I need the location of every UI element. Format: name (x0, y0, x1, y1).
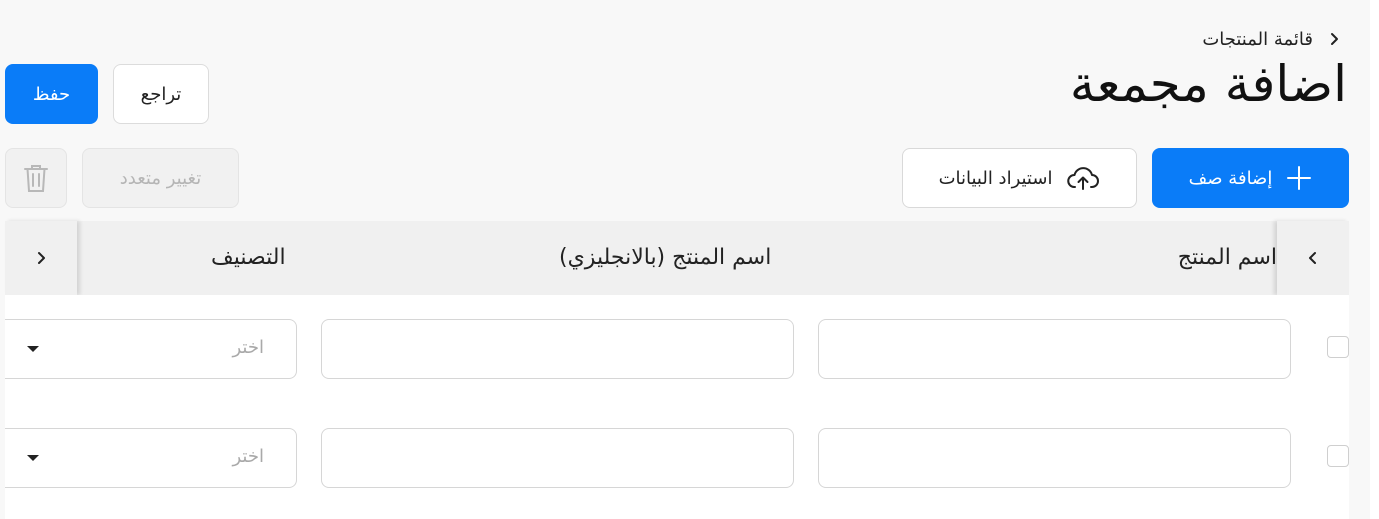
caret-down-icon (27, 455, 39, 461)
cloud-upload-icon (1067, 167, 1100, 190)
table-row: اختر (5, 295, 1349, 405)
chevron-right-icon (38, 252, 45, 264)
add-row-label: إضافة صف (1188, 167, 1273, 189)
product-name-input[interactable] (818, 428, 1291, 488)
table-row: اختر (5, 404, 1349, 514)
row-checkbox[interactable] (1327, 336, 1349, 358)
caret-down-icon (27, 346, 39, 352)
save-button[interactable]: حفظ (5, 64, 98, 124)
product-name-input[interactable] (818, 319, 1291, 379)
delete-button[interactable] (5, 148, 67, 208)
page-title: اضافة مجمعة (1069, 55, 1347, 113)
add-row-button[interactable]: إضافة صف (1152, 148, 1349, 208)
column-header-name: اسم المنتج (1177, 245, 1277, 270)
plus-icon (1287, 166, 1312, 190)
product-name-en-input[interactable] (321, 319, 794, 379)
category-select-placeholder: اختر (232, 446, 265, 467)
page: قائمة المنتجات اضافة مجمعة حفظ تراجع تغي… (0, 0, 1379, 519)
trash-icon (24, 165, 48, 192)
scroll-columns-right-button[interactable] (1277, 221, 1349, 295)
chevron-right-icon (1331, 33, 1338, 45)
product-name-en-input[interactable] (321, 428, 794, 488)
bulk-change-button[interactable]: تغيير متعدد (82, 148, 239, 208)
column-header-category: التصنيف (211, 245, 286, 270)
category-select[interactable]: اختر (5, 319, 297, 379)
category-select[interactable]: اختر (5, 428, 297, 488)
import-data-label: استيراد البيانات (938, 167, 1053, 189)
import-data-button[interactable]: استيراد البيانات (902, 148, 1137, 208)
scroll-columns-left-button[interactable] (5, 221, 77, 295)
table-row (5, 513, 1349, 519)
page-scrollbar[interactable] (1370, 0, 1379, 519)
chevron-left-icon (1309, 252, 1316, 264)
row-checkbox[interactable] (1327, 445, 1349, 467)
breadcrumb-label[interactable]: قائمة المنتجات (1202, 29, 1313, 50)
breadcrumb[interactable]: قائمة المنتجات (1202, 26, 1341, 52)
column-header-name-en: اسم المنتج (بالانجليزي) (559, 245, 772, 270)
category-select-placeholder: اختر (232, 337, 265, 358)
back-button[interactable]: تراجع (113, 64, 209, 124)
table-header: اسم المنتج (بالانجليزي) التصنيف اسم المن… (5, 221, 1349, 295)
